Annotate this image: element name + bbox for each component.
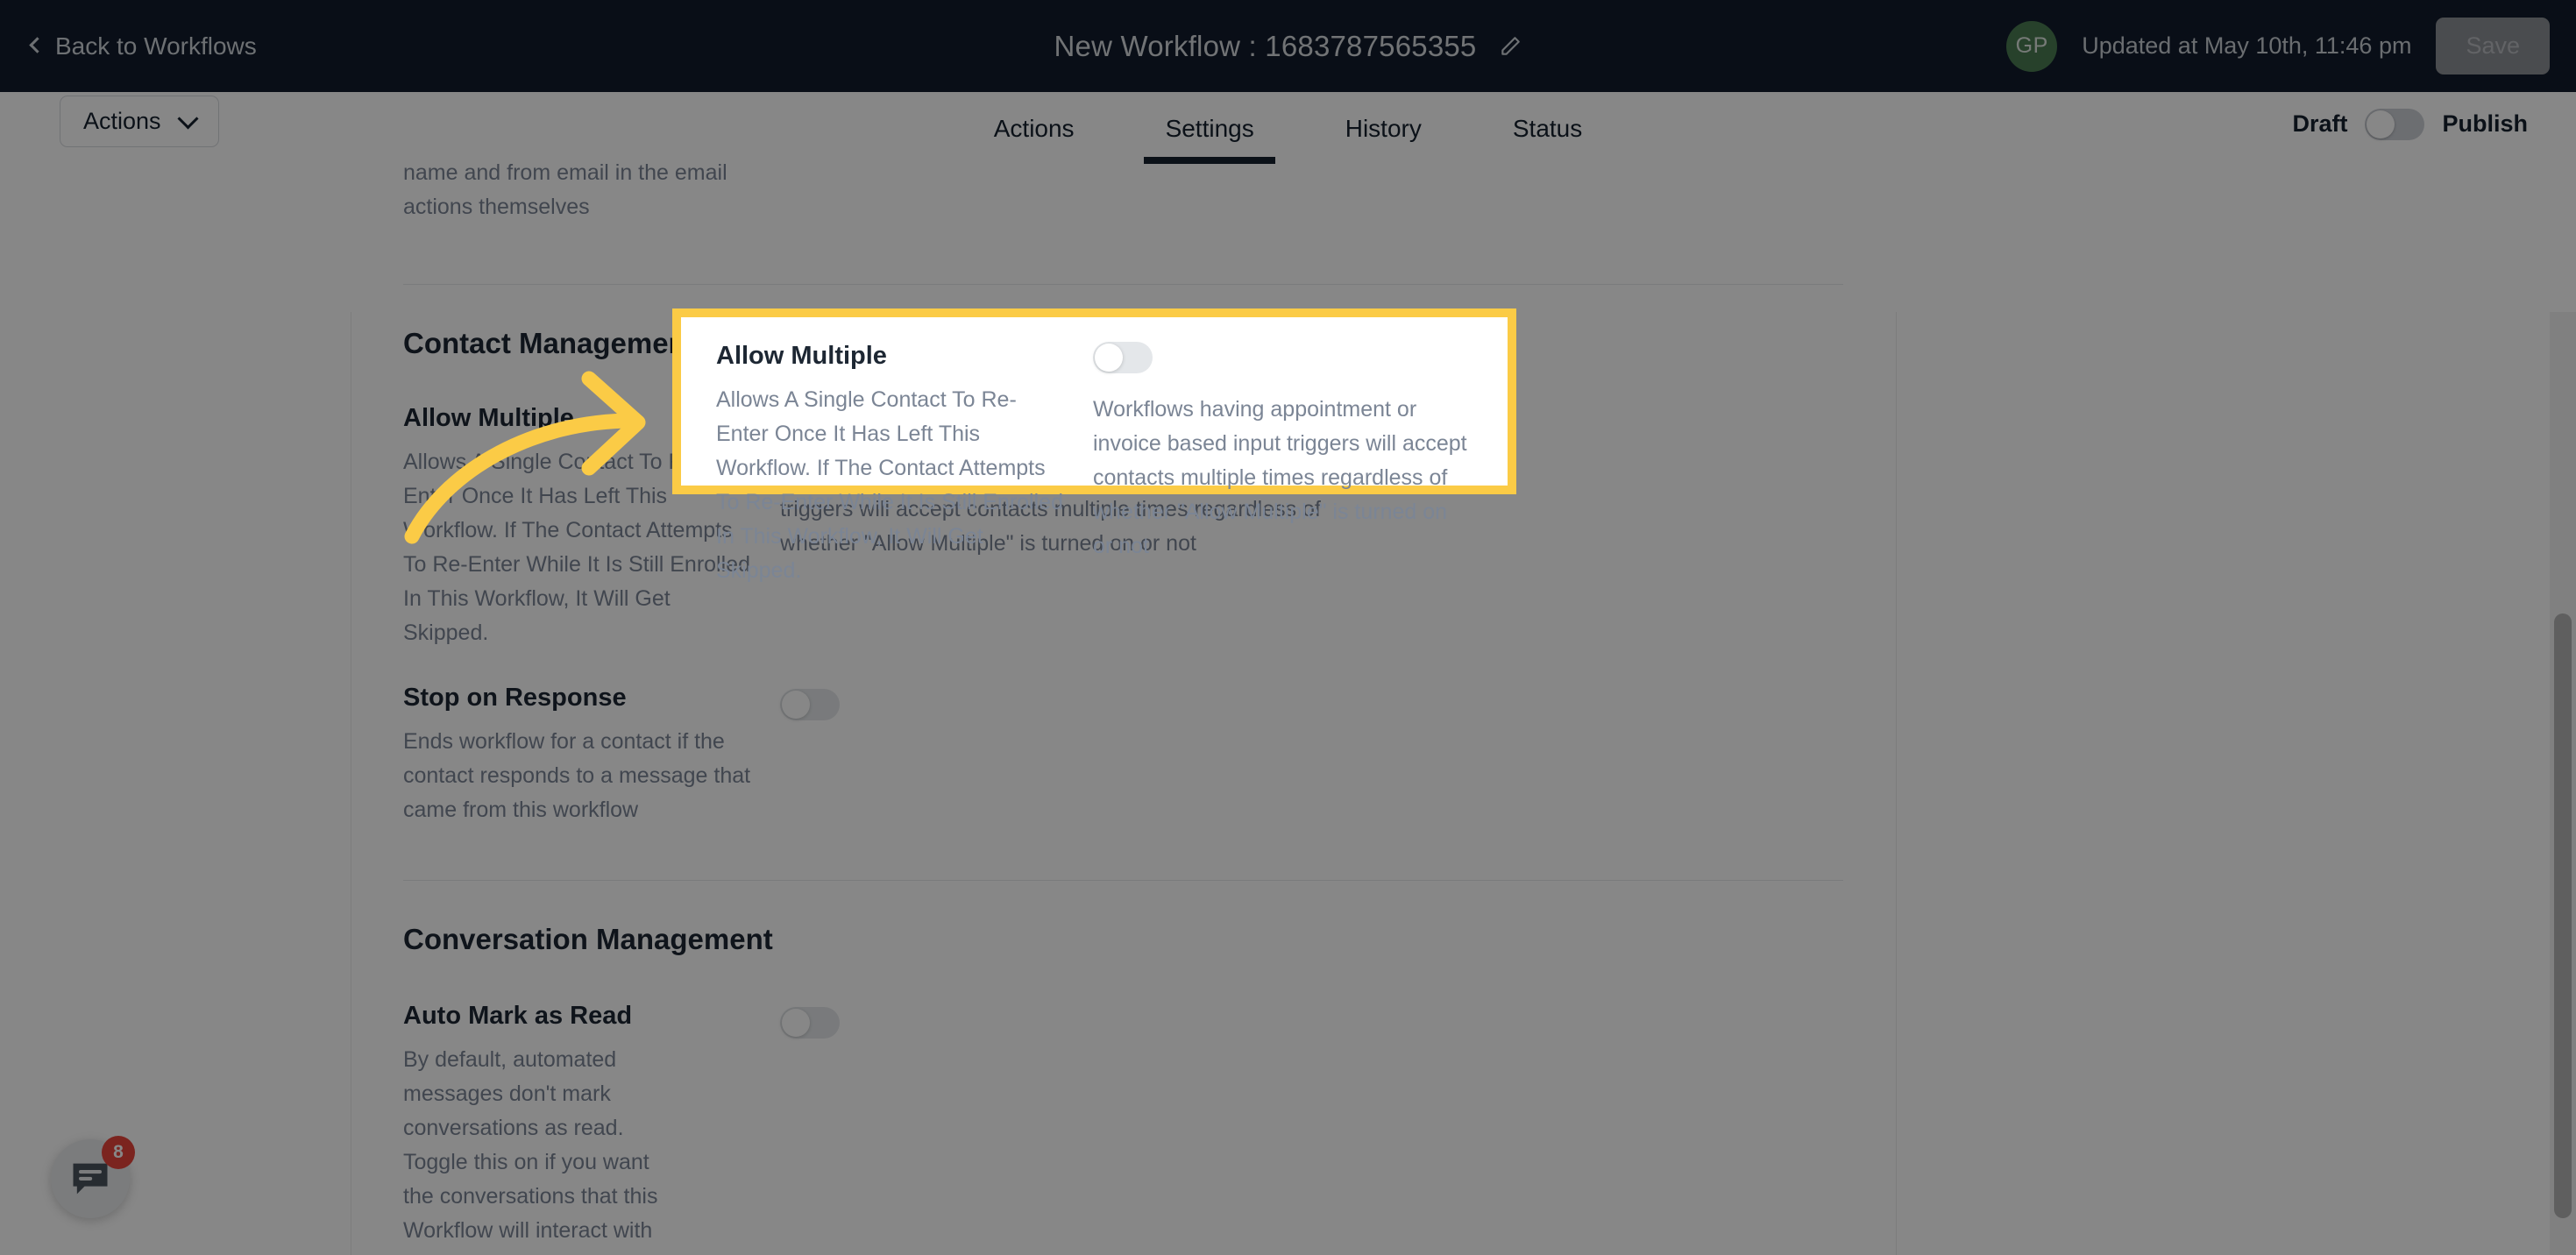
section-divider-2 <box>403 880 1843 881</box>
option-title-stop-on-response: Stop on Response <box>403 684 627 712</box>
last-updated-text: Updated at May 10th, 11:46 pm <box>2082 32 2412 59</box>
spotlight-option-note: Workflows having appointment or invoice … <box>1093 397 1467 558</box>
tab-actions[interactable]: Actions <box>948 92 1120 164</box>
workflow-title: New Workflow : 1683787565355 <box>1054 29 1477 62</box>
sub-navigation-bar: Actions Actions Settings History Status … <box>0 92 2576 156</box>
section-heading-conversation-management: Conversation Management <box>403 923 773 955</box>
previous-option-description: name and from email in the email actions… <box>403 160 727 219</box>
chat-widget[interactable]: 8 <box>51 1136 135 1218</box>
avatar-initials: GP <box>2015 33 2048 58</box>
toggle-auto-mark-as-read[interactable] <box>780 1007 840 1039</box>
option-row-auto-mark-as-read: Auto Mark as Read By default, automated … <box>403 995 1843 1255</box>
publish-label: Publish <box>2442 110 2528 137</box>
pencil-icon[interactable] <box>1499 35 1522 58</box>
option-title-auto-mark-as-read: Auto Mark as Read <box>403 1002 633 1030</box>
vertical-scrollbar-thumb[interactable] <box>2554 613 2572 1218</box>
option-description-stop-on-response: Ends workflow for a contact if the conta… <box>403 729 751 822</box>
toggle-stop-on-response[interactable] <box>780 689 840 720</box>
spotlight-allow-multiple: Allow Multiple Allows A Single Contact T… <box>672 308 1516 583</box>
save-button[interactable]: Save <box>2436 18 2550 74</box>
spotlight-option-title: Allow Multiple <box>716 342 887 370</box>
section-divider <box>403 284 1843 285</box>
avatar[interactable]: GP <box>2006 20 2058 72</box>
top-app-bar: Back to Workflows New Workflow : 1683787… <box>0 0 2576 92</box>
tab-status[interactable]: Status <box>1467 92 1628 164</box>
draft-label: Draft <box>2292 110 2348 137</box>
spotlight-option-description: Allows A Single Contact To Re-Enter Once… <box>716 387 1063 583</box>
tab-history[interactable]: History <box>1300 92 1467 164</box>
option-row-stop-on-response: Stop on Response Ends workflow for a con… <box>403 677 1843 827</box>
publish-toggle[interactable] <box>2365 108 2425 140</box>
spotlight-toggle-allow-multiple[interactable] <box>1093 342 1153 373</box>
top-bar-right-group: GP Updated at May 10th, 11:46 pm Save <box>2006 18 2550 74</box>
curved-arrow-right-icon <box>404 371 646 544</box>
tab-settings[interactable]: Settings <box>1120 92 1300 164</box>
previous-option-row: name and from email in the email actions… <box>403 156 1843 224</box>
draft-publish-group: Draft Publish <box>2292 92 2528 156</box>
card-right-edge <box>1896 312 1897 1255</box>
tab-bar: Actions Settings History Status <box>0 92 2576 156</box>
option-description-auto-mark-as-read: By default, automated messages don't mar… <box>403 1047 658 1255</box>
chat-unread-badge: 8 <box>102 1136 135 1169</box>
